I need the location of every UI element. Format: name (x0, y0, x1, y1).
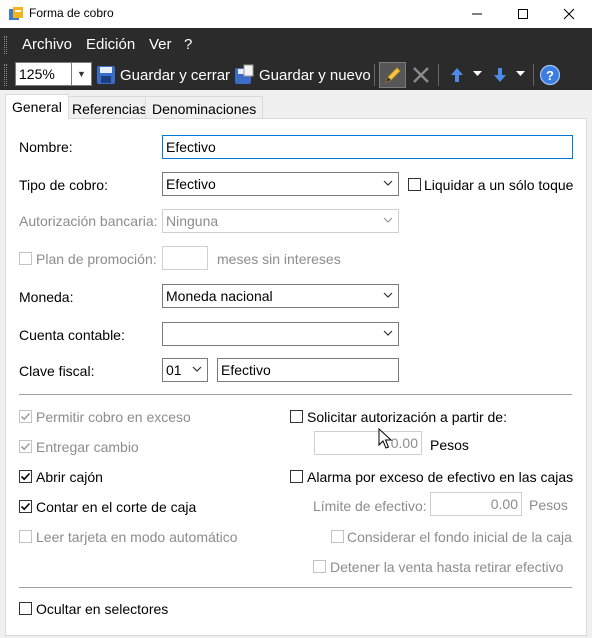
chevron-down-icon (383, 292, 393, 298)
menu-bar: Archivo Edición Ver ? (0, 28, 592, 60)
tipo-cobro-select[interactable]: Efectivo (162, 172, 399, 196)
tab-denominaciones[interactable]: Denominaciones (145, 96, 264, 119)
toolbar-separator (533, 64, 534, 86)
plan-promocion-label: Plan de promoción: (36, 251, 157, 267)
zoom-combo[interactable]: 125% ▼ (15, 62, 92, 86)
detener-venta-checkbox[interactable] (313, 560, 326, 573)
mouse-cursor-icon (378, 428, 393, 449)
liquidar-checkbox[interactable] (408, 178, 421, 191)
abrir-cajon-label: Abrir cajón (36, 469, 103, 485)
permitir-exceso-checkbox[interactable] (19, 410, 32, 423)
moneda-select[interactable]: Moneda nacional (162, 284, 399, 308)
toolbar-separator (438, 64, 439, 86)
toolbar-separator (374, 64, 375, 86)
ocultar-selectores-label: Ocultar en selectores (36, 601, 169, 617)
entregar-cambio-checkbox[interactable] (19, 440, 32, 453)
limite-efectivo-label: Límite de efectivo: (313, 498, 427, 514)
autorizacion-value: Ninguna (166, 213, 219, 229)
save-new-button[interactable]: Guardar y nuevo (259, 67, 371, 84)
title-bar: Forma de cobro (0, 0, 592, 28)
clave-fiscal-select[interactable]: 01 (162, 358, 208, 382)
nombre-label: Nombre: (19, 139, 73, 155)
pencil-icon (385, 67, 401, 83)
divider (19, 587, 572, 588)
clave-fiscal-code: 01 (166, 362, 182, 378)
alarma-exceso-label: Alarma por exceso de efectivo en las caj… (307, 469, 574, 485)
clave-fiscal-description[interactable]: Efectivo (217, 358, 399, 382)
chevron-down-icon[interactable] (516, 71, 525, 77)
window-title: Forma de cobro (29, 6, 114, 20)
autorizacion-label: Autorización bancaria: (19, 213, 158, 229)
contar-corte-label: Contar en el corte de caja (36, 499, 197, 515)
zoom-value: 125% (19, 66, 55, 82)
maximize-icon (518, 9, 528, 19)
liquidar-label: Liquidar a un sólo toque (424, 177, 574, 193)
tipo-cobro-label: Tipo de cobro: (19, 177, 108, 193)
nombre-input[interactable]: Efectivo (162, 135, 573, 159)
limite-efectivo-input[interactable]: 0.00 (430, 492, 522, 516)
chevron-down-icon (383, 330, 393, 336)
leer-tarjeta-checkbox[interactable] (19, 530, 32, 543)
save-close-button[interactable]: Guardar y cerrar (120, 67, 230, 84)
arrow-down-icon[interactable] (489, 64, 511, 86)
cuenta-contable-select[interactable] (162, 322, 399, 346)
permitir-exceso-label: Permitir cobro en exceso (36, 409, 191, 425)
tab-general[interactable]: General (5, 94, 69, 119)
solicitar-monto-input[interactable]: 0.00 (314, 431, 422, 455)
tipo-cobro-value: Efectivo (166, 176, 216, 192)
tab-referencias[interactable]: Referencias (65, 96, 154, 119)
autorizacion-select[interactable]: Ninguna (162, 209, 399, 233)
considerar-fondo-checkbox[interactable] (331, 530, 344, 543)
divider (19, 394, 572, 395)
contar-corte-checkbox[interactable] (19, 500, 32, 513)
toolbar-grip[interactable] (4, 64, 7, 86)
detener-venta-label: Detener la venta hasta retirar efectivo (330, 559, 564, 575)
alarma-exceso-checkbox[interactable] (290, 470, 303, 483)
edit-button[interactable] (379, 62, 406, 88)
chevron-down-icon (383, 217, 393, 223)
maximize-button[interactable] (500, 0, 546, 28)
close-icon (563, 8, 575, 20)
checkmark-icon (20, 442, 31, 451)
minimize-icon (472, 13, 482, 15)
checkmark-icon (20, 502, 31, 511)
plan-promocion-checkbox[interactable] (19, 252, 32, 265)
menu-help[interactable]: ? (184, 36, 192, 53)
chevron-down-icon[interactable]: ▼ (71, 63, 91, 85)
moneda-label: Moneda: (19, 289, 74, 305)
checkmark-icon (20, 412, 31, 421)
clave-fiscal-label: Clave fiscal: (19, 363, 95, 379)
chevron-down-icon (383, 180, 393, 186)
entregar-cambio-label: Entregar cambio (36, 439, 139, 455)
minimize-button[interactable] (454, 0, 500, 28)
save-new-icon[interactable] (233, 64, 255, 86)
checkmark-icon (20, 472, 31, 481)
limite-pesos-label: Pesos (529, 497, 568, 513)
cuenta-contable-label: Cuenta contable: (19, 327, 125, 343)
menu-archivo[interactable]: Archivo (22, 36, 72, 53)
app-icon (9, 7, 23, 20)
abrir-cajon-checkbox[interactable] (19, 470, 32, 483)
svg-text:?: ? (546, 68, 554, 83)
help-icon[interactable]: ? (539, 64, 561, 86)
chevron-down-icon (192, 366, 202, 372)
leer-tarjeta-label: Leer tarjeta en modo automático (36, 529, 238, 545)
considerar-fondo-label: Considerar el fondo inicial de la caja (347, 529, 572, 545)
chevron-down-icon[interactable] (473, 71, 482, 77)
meses-label: meses sin intereses (217, 251, 341, 267)
menu-grip[interactable] (4, 36, 7, 54)
solicitar-autorizacion-label: Solicitar autorización a partir de: (307, 409, 507, 425)
tools-icon[interactable] (410, 64, 432, 86)
save-close-icon[interactable] (95, 64, 117, 86)
ocultar-selectores-checkbox[interactable] (19, 602, 32, 615)
menu-ver[interactable]: Ver (149, 36, 172, 53)
solicitar-pesos-label: Pesos (430, 437, 469, 453)
close-button[interactable] (546, 0, 592, 28)
solicitar-autorizacion-checkbox[interactable] (290, 410, 303, 423)
arrow-up-icon[interactable] (446, 64, 468, 86)
moneda-value: Moneda nacional (166, 288, 273, 304)
menu-edicion[interactable]: Edición (86, 36, 135, 53)
plan-promocion-input[interactable] (162, 246, 208, 270)
